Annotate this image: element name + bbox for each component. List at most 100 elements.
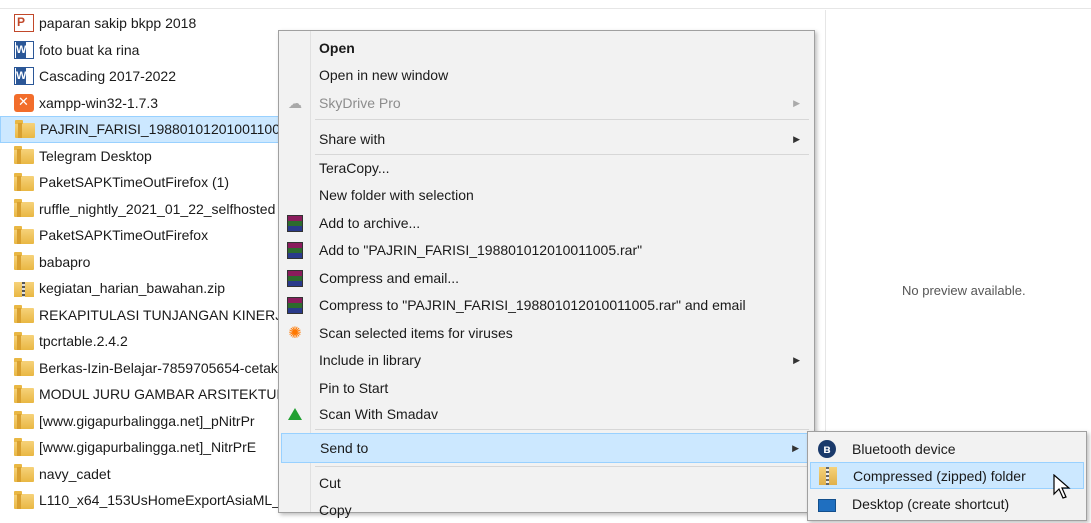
cloud-icon: ☁: [288, 94, 302, 111]
file-name: kegiatan_harian_bawahan.zip: [39, 280, 226, 297]
file-row[interactable]: Cascading 2017-2022: [0, 63, 300, 90]
xampp-icon: [14, 93, 34, 112]
file-row[interactable]: foto buat ka rina: [0, 37, 300, 64]
folder-icon: [14, 490, 34, 509]
context-menu: Open Open in new window ☁ SkyDrive Pro ▶…: [278, 30, 815, 518]
folder-icon: [15, 119, 35, 138]
file-name: xampp-win32-1.7.3: [39, 94, 159, 111]
menu-item-label: Cut: [319, 475, 341, 491]
top-border: [0, 8, 1091, 9]
winrar-icon: [286, 296, 304, 314]
file-name: babapro: [39, 253, 91, 270]
file-name: navy_cadet: [39, 465, 111, 482]
winrar-icon: [286, 241, 304, 259]
file-name: MODUL JURU GAMBAR ARSITEKTUR: [39, 386, 287, 403]
menu-separator: [315, 466, 809, 467]
word-icon: [14, 40, 34, 59]
file-name: tpcrtable.2.4.2: [39, 333, 128, 350]
menu-item-open[interactable]: Open: [281, 35, 812, 61]
winrar-icon: [286, 269, 304, 287]
menu-item-new-folder-with-selection[interactable]: New folder with selection: [281, 182, 812, 208]
folder-icon: [14, 437, 34, 456]
menu-item-add-to-rar[interactable]: Add to "PAJRIN_FARISI_198801012010011005…: [281, 237, 812, 263]
menu-item-label: Scan selected items for viruses: [319, 325, 513, 341]
menu-item-teracopy[interactable]: TeraCopy...: [281, 155, 812, 181]
file-row[interactable]: ruffle_nightly_2021_01_22_selfhosted: [0, 196, 300, 223]
mouse-cursor-icon: [1053, 474, 1071, 499]
preview-message: No preview available.: [902, 283, 1026, 298]
file-name: paparan sakip bkpp 2018: [39, 15, 197, 32]
folder-icon: [14, 146, 34, 165]
file-row[interactable]: [www.gigapurbalingga.net]_NitrPrE: [0, 434, 300, 461]
file-row[interactable]: PaketSAPKTimeOutFirefox (1): [0, 169, 300, 196]
folder-icon: [14, 225, 34, 244]
file-name: PAJRIN_FARISI_198801012010011005: [40, 121, 288, 138]
file-row[interactable]: Telegram Desktop: [0, 143, 300, 170]
desktop-icon: [818, 498, 836, 512]
menu-item-skydrive-pro[interactable]: ☁ SkyDrive Pro ▶: [281, 90, 812, 116]
folder-icon: [14, 172, 34, 191]
menu-item-include-in-library[interactable]: Include in library ▶: [281, 347, 812, 373]
file-row[interactable]: L110_x64_153UsHomeExportAsiaML_: [0, 487, 300, 514]
folder-icon: [14, 358, 34, 377]
file-row[interactable]: kegiatan_harian_bawahan.zip: [0, 275, 300, 302]
file-name: Berkas-Izin-Belajar-7859705654-cetak: [39, 359, 278, 376]
file-row[interactable]: tpcrtable.2.4.2: [0, 328, 300, 355]
file-row[interactable]: navy_cadet: [0, 461, 300, 488]
submenu-arrow-icon: ▶: [793, 97, 800, 108]
file-row-selected[interactable]: PAJRIN_FARISI_198801012010011005: [0, 116, 300, 143]
submenu-item-label: Desktop (create shortcut): [852, 495, 1010, 512]
menu-item-add-to-archive[interactable]: Add to archive...: [281, 210, 812, 236]
submenu-item-bluetooth[interactable]: ʙ Bluetooth device: [810, 435, 1084, 462]
menu-item-pin-to-start[interactable]: Pin to Start: [281, 375, 812, 401]
file-name: [www.gigapurbalingga.net]_NitrPrE: [39, 439, 257, 456]
file-row[interactable]: Berkas-Izin-Belajar-7859705654-cetak: [0, 355, 300, 382]
submenu-arrow-icon: ▶: [793, 133, 800, 144]
file-row[interactable]: paparan sakip bkpp 2018: [0, 10, 300, 37]
submenu-item-compressed-folder[interactable]: Compressed (zipped) folder: [810, 462, 1084, 489]
submenu-arrow-icon: ▶: [793, 354, 800, 365]
file-name: PaketSAPKTimeOutFirefox (1): [39, 174, 230, 191]
file-row[interactable]: babapro: [0, 249, 300, 276]
submenu-arrow-icon: ▶: [792, 442, 799, 453]
file-name: [www.gigapurbalingga.net]_pNitrPr: [39, 412, 255, 429]
menu-item-scan-viruses[interactable]: ✺ Scan selected items for viruses: [281, 320, 812, 346]
menu-item-label: Send to: [320, 440, 369, 456]
submenu-item-label: Bluetooth device: [852, 440, 956, 457]
menu-item-label: Add to archive...: [319, 215, 421, 231]
file-name: L110_x64_153UsHomeExportAsiaML_: [39, 492, 280, 509]
folder-icon: [14, 411, 34, 430]
zip-folder-icon: [819, 466, 837, 485]
file-row[interactable]: MODUL JURU GAMBAR ARSITEKTUR: [0, 381, 300, 408]
bluetooth-icon: ʙ: [818, 439, 836, 458]
menu-item-label: Compress to "PAJRIN_FARISI_1988010120100…: [319, 297, 746, 313]
menu-item-label: Open in new window: [319, 67, 449, 83]
folder-icon: [14, 331, 34, 350]
submenu-item-label: Compressed (zipped) folder: [853, 467, 1026, 484]
menu-item-scan-with-smadav[interactable]: Scan With Smadav: [281, 401, 812, 427]
menu-separator: [315, 429, 809, 430]
menu-item-compress-to-rar-email[interactable]: Compress to "PAJRIN_FARISI_1988010120100…: [281, 292, 812, 318]
menu-item-copy[interactable]: Copy: [281, 497, 812, 523]
file-row[interactable]: PaketSAPKTimeOutFirefox: [0, 222, 300, 249]
folder-icon: [14, 199, 34, 218]
folder-icon: [14, 252, 34, 271]
file-row[interactable]: xampp-win32-1.7.3: [0, 90, 300, 117]
folder-icon: [14, 384, 34, 403]
menu-item-label: Include in library: [319, 352, 421, 368]
file-name: PaketSAPKTimeOutFirefox: [39, 227, 209, 244]
file-row[interactable]: REKAPITULASI TUNJANGAN KINERJA: [0, 302, 300, 329]
menu-item-send-to[interactable]: Send to ▶: [281, 433, 812, 463]
menu-item-open-new-window[interactable]: Open in new window: [281, 62, 812, 88]
file-name: REKAPITULASI TUNJANGAN KINERJA: [39, 306, 292, 323]
file-list: paparan sakip bkpp 2018 foto buat ka rin…: [0, 10, 300, 514]
menu-item-compress-and-email[interactable]: Compress and email...: [281, 265, 812, 291]
word-icon: [14, 67, 34, 86]
menu-item-cut[interactable]: Cut: [281, 470, 812, 496]
file-row[interactable]: [www.gigapurbalingga.net]_pNitrPr: [0, 408, 300, 435]
menu-item-label: Add to "PAJRIN_FARISI_198801012010011005…: [319, 242, 643, 258]
file-name: foto buat ka rina: [39, 41, 140, 58]
menu-item-share-with[interactable]: Share with ▶: [281, 126, 812, 152]
menu-item-label: Copy: [319, 502, 352, 518]
file-name: Telegram Desktop: [39, 147, 152, 164]
